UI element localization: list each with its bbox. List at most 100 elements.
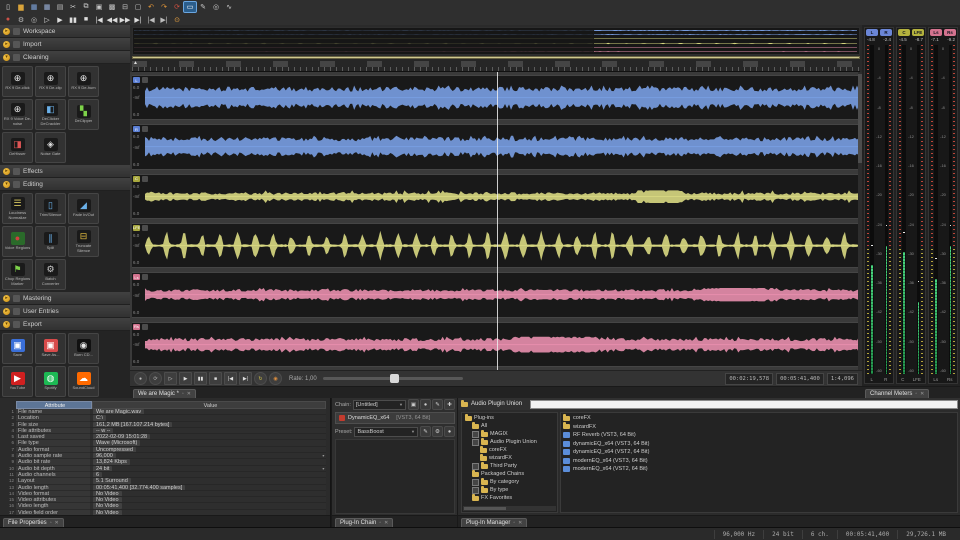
plugin-list-item[interactable]: dynamicEQ_x64 (VST3, 64 Bit) (563, 440, 955, 449)
checkbox[interactable] (472, 438, 479, 446)
tree-item[interactable]: By type (462, 485, 557, 494)
waveform[interactable] (145, 324, 859, 365)
tree-item[interactable]: Plug-ins (462, 413, 557, 422)
toolbar-button[interactable]: ▩ (106, 2, 118, 12)
toolbar-button[interactable]: ▤ (54, 2, 66, 12)
tree-item[interactable]: Third Party (462, 461, 557, 470)
preset-tool-button[interactable]: ● (444, 426, 455, 437)
expand-icon[interactable]: ▸ (3, 27, 10, 35)
toolbar-button[interactable]: ⧉ (80, 2, 92, 12)
toolbox-section-editing[interactable]: ▾ Editing (0, 178, 130, 191)
transport-toolbar-button[interactable]: ▶ (54, 15, 66, 25)
transport-toolbar-button[interactable]: ▶▶ (119, 15, 131, 25)
expand-icon[interactable]: ▾ (3, 180, 10, 188)
chain-tool-button[interactable]: ● (420, 399, 431, 410)
tool-tile[interactable]: ⊟ Truncate Silence (68, 226, 99, 257)
channel-lane[interactable]: Rs 6.0 -Inf 6.0 (132, 321, 860, 367)
transport-button[interactable]: ■ (209, 372, 222, 385)
expand-icon[interactable]: ▸ (3, 40, 10, 48)
browser-search-field[interactable] (530, 399, 958, 409)
tab-plugin-manager[interactable]: Plug-In Manager ▫ ✕ (461, 518, 528, 527)
expand-icon[interactable]: ▾ (3, 320, 10, 328)
chain-plugin-row[interactable]: DynamicEQ_x64 [VST3, 64 Bit] (335, 412, 455, 424)
checkbox[interactable] (472, 462, 479, 470)
tree-item[interactable]: wizardFX (462, 453, 557, 462)
transport-toolbar-button[interactable]: ● (2, 15, 14, 25)
tool-tile[interactable]: ▚ DeClipper (68, 99, 99, 130)
toolbox-section-mastering[interactable]: ▸ Mastering (0, 292, 130, 305)
tool-tile[interactable]: ⊕ RX 9 De-hum (68, 66, 99, 97)
expand-icon[interactable]: ▸ (3, 294, 10, 302)
lane-menu-button[interactable] (142, 274, 148, 281)
channel-lane[interactable]: Ls 6.0 -Inf 6.0 (132, 272, 860, 318)
preset-tool-button[interactable]: ⚙ (432, 426, 443, 437)
transport-toolbar-button[interactable]: ▮▮ (67, 15, 79, 25)
chain-select[interactable]: [Untitled] ▼ (352, 399, 406, 410)
transport-button[interactable]: ● (134, 372, 147, 385)
toolbox-section-user-entries[interactable]: ▸ User Entries (0, 305, 130, 318)
transport-button[interactable]: ◉ (269, 372, 282, 385)
tree-item[interactable]: MAGIX (462, 429, 557, 438)
ruler-corner-icon[interactable]: ▲ (133, 60, 138, 66)
expand-icon[interactable]: ▸ (3, 167, 10, 175)
expand-icon[interactable]: ▾ (3, 53, 10, 61)
waveform[interactable] (145, 225, 859, 266)
channel-lane[interactable]: R 6.0 -Inf 6.0 (132, 124, 860, 170)
toolbar-button[interactable]: ▆ (15, 2, 27, 12)
close-icon[interactable]: ✕ (54, 520, 58, 526)
tool-tile[interactable]: ⚑ Chop Regions Marker (2, 259, 33, 290)
plugin-list-item[interactable]: RF Reverb (VST3, 64 Bit) (563, 431, 955, 440)
attribute-column-header[interactable]: Attribute (16, 401, 92, 409)
waveform[interactable] (145, 126, 859, 167)
tool-tile[interactable]: ◍ Spotify (35, 366, 66, 397)
channel-lane[interactable]: LFE 6.0 -Inf 6.0 (132, 222, 860, 269)
tree-item[interactable]: Audio Plugin Union (462, 437, 557, 446)
toolbar-button[interactable]: ↶ (145, 2, 157, 12)
expand-icon[interactable]: ▸ (3, 307, 10, 315)
tree-item[interactable]: Packaged Chains (462, 469, 557, 478)
transport-button[interactable]: ▶| (239, 372, 252, 385)
transport-toolbar-button[interactable]: ▶| (132, 15, 144, 25)
transport-toolbar-button[interactable]: ▶| (158, 15, 170, 25)
tab-document[interactable]: We are Magic * ▫ ✕ (133, 389, 196, 398)
transport-button[interactable]: |◀ (224, 372, 237, 385)
lane-menu-button[interactable] (142, 175, 148, 182)
transport-button[interactable]: ▷ (164, 372, 177, 385)
tool-tile[interactable]: ◈ Noise Gate (35, 132, 66, 163)
transport-toolbar-button[interactable]: ■ (80, 15, 92, 25)
float-icon[interactable]: ▫ (513, 520, 515, 526)
tree-item[interactable]: FX Favorites (462, 493, 557, 502)
horizontal-scrollbar[interactable] (463, 506, 556, 511)
toolbar-button[interactable]: ▣ (93, 2, 105, 12)
tool-tile[interactable]: ◢ Fade In/Out (68, 193, 99, 224)
preset-select[interactable]: BassBoost ▼ (354, 426, 418, 437)
toolbar-button[interactable]: ↷ (158, 2, 170, 12)
checkbox[interactable] (472, 430, 479, 438)
tool-tile[interactable]: ⊕ RX 9 Voice De-noise (2, 99, 33, 130)
property-value[interactable]: No Video▾ (90, 509, 326, 515)
tab-plugin-chain[interactable]: Plug-In Chain ▫ ✕ (335, 518, 394, 527)
toolbar-button[interactable]: ▦ (28, 2, 40, 12)
tool-tile[interactable]: ▣ Save (2, 333, 33, 364)
chain-tool-button[interactable]: ✎ (432, 399, 443, 410)
close-icon[interactable]: ✕ (518, 520, 522, 526)
plugin-list-item[interactable]: wizardFX (563, 422, 955, 432)
transport-toolbar-button[interactable]: |◀ (93, 15, 105, 25)
plugin-list-item[interactable]: dynamicEQ_x64 (VST2, 64 Bit) (563, 448, 955, 457)
transport-toolbar-button[interactable]: ◎ (28, 15, 40, 25)
toolbox-section-cleaning[interactable]: ▾ Cleaning (0, 51, 130, 64)
transport-button[interactable]: ↻ (254, 372, 267, 385)
float-icon[interactable]: ▫ (50, 520, 52, 526)
close-icon[interactable]: ✕ (187, 391, 191, 397)
chain-tool-button[interactable]: ✚ (444, 399, 455, 410)
toolbar-button[interactable]: ▯ (2, 2, 14, 12)
lane-menu-button[interactable] (142, 323, 148, 330)
channel-lane[interactable]: L 6.0 -Inf 6.0 (132, 75, 860, 121)
chain-tool-button[interactable]: ▣ (408, 399, 419, 410)
float-icon[interactable]: ▫ (182, 391, 184, 397)
transport-toolbar-button[interactable]: ▷ (41, 15, 53, 25)
checkbox[interactable] (472, 486, 479, 494)
transport-toolbar-button[interactable]: ◀◀ (106, 15, 118, 25)
transport-toolbar-button[interactable]: ⊙ (171, 15, 183, 25)
toolbox-section-workspace[interactable]: ▸ Workspace (0, 25, 130, 38)
